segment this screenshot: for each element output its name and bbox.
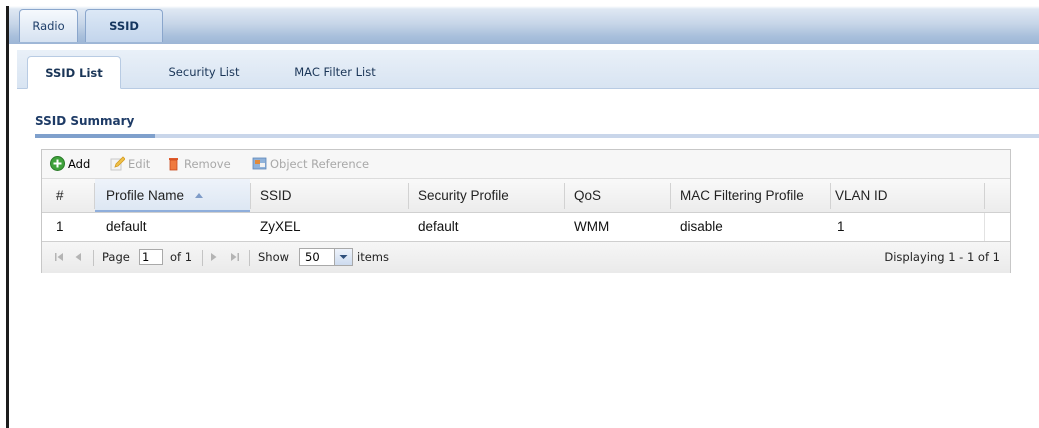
edit-label: Edit (128, 157, 151, 171)
column-divider (250, 183, 251, 209)
column-divider (984, 183, 985, 209)
col-security-profile-header[interactable]: Security Profile (418, 179, 558, 212)
col-ssid-header[interactable]: SSID (260, 179, 400, 212)
table-header: # Profile Name SSID Security Profile QoS… (42, 178, 1010, 213)
subtab-security-list[interactable]: Security List (149, 56, 259, 88)
page-of-label: of 1 (170, 250, 193, 264)
pager-divider (202, 250, 203, 266)
column-divider (830, 183, 831, 209)
app-frame: Radio SSID SSID List Security List MAC F… (6, 6, 1039, 428)
col-vlan-id-header[interactable]: VLAN ID (835, 179, 975, 212)
section-divider-accent (35, 134, 155, 138)
pager-divider (249, 250, 250, 266)
cell-vlan-id: 1 (837, 219, 845, 234)
remove-button[interactable]: Remove (166, 155, 246, 173)
next-page-button[interactable] (210, 242, 218, 273)
col-index-header[interactable]: # (56, 179, 86, 212)
previous-page-button[interactable] (74, 242, 82, 273)
column-divider (408, 183, 409, 209)
table-row[interactable]: 1 default ZyXEL default WMM disable 1 (42, 213, 1010, 241)
trash-icon (169, 158, 178, 171)
edit-button[interactable]: Edit (110, 155, 158, 173)
section-title: SSID Summary (35, 114, 135, 128)
col-profile-name-header[interactable]: Profile Name (95, 179, 250, 212)
sort-ascending-icon (194, 193, 203, 198)
column-divider (564, 183, 565, 209)
pagination-bar: Page of 1 Show 50 (42, 241, 1010, 273)
page-label: Page (102, 250, 130, 264)
pager-divider (93, 250, 94, 266)
tab-radio[interactable]: Radio (19, 9, 78, 42)
object-reference-label: Object Reference (270, 157, 370, 171)
cell-mac-filtering-profile: disable (680, 219, 723, 234)
edit-pencil-icon (110, 156, 125, 171)
section-divider (35, 134, 1039, 138)
displaying-status: Displaying 1 - 1 of 1 (884, 250, 1000, 264)
chevron-down-icon (339, 255, 348, 259)
page-number-input[interactable] (139, 249, 163, 265)
subtab-mac-filter-list[interactable]: MAC Filter List (275, 56, 395, 88)
add-icon (50, 156, 65, 171)
object-reference-icon (252, 157, 267, 170)
cell-profile-name: default (106, 219, 147, 234)
ssid-summary-grid: Add Edit Remove Object Reference # Profi… (41, 149, 1011, 273)
cell-security-profile: default (418, 219, 459, 234)
cell-qos: WMM (574, 219, 610, 234)
col-mac-filtering-profile-header[interactable]: MAC Filtering Profile (680, 179, 832, 212)
sub-tab-bar: SSID List Security List MAC Filter List (17, 50, 1039, 89)
add-button[interactable]: Add (50, 155, 102, 173)
dropdown-arrow (334, 249, 352, 265)
col-qos-header[interactable]: QoS (574, 179, 664, 212)
remove-label: Remove (184, 157, 231, 171)
add-label: Add (68, 157, 91, 171)
first-page-button[interactable] (54, 242, 64, 273)
last-page-button[interactable] (230, 242, 240, 273)
grid-toolbar: Add Edit Remove Object Reference (42, 150, 1010, 178)
cell-index: 1 (56, 219, 64, 234)
last-page-icon (231, 253, 239, 261)
next-page-icon (211, 253, 217, 261)
subtab-ssid-list[interactable]: SSID List (27, 56, 121, 89)
cell-ssid: ZyXEL (260, 219, 301, 234)
column-divider (984, 213, 985, 241)
col-profile-name-label: Profile Name (106, 188, 185, 203)
top-tab-bar: Radio SSID (9, 6, 1039, 44)
object-reference-button[interactable]: Object Reference (252, 155, 392, 173)
show-label: Show (258, 250, 290, 264)
column-divider (670, 183, 671, 209)
items-label: items (357, 250, 389, 264)
first-page-icon (55, 253, 63, 261)
page-size-value: 50 (305, 250, 320, 264)
previous-page-icon (75, 253, 81, 261)
tab-ssid[interactable]: SSID (85, 9, 163, 42)
page-size-select[interactable]: 50 (299, 248, 353, 266)
